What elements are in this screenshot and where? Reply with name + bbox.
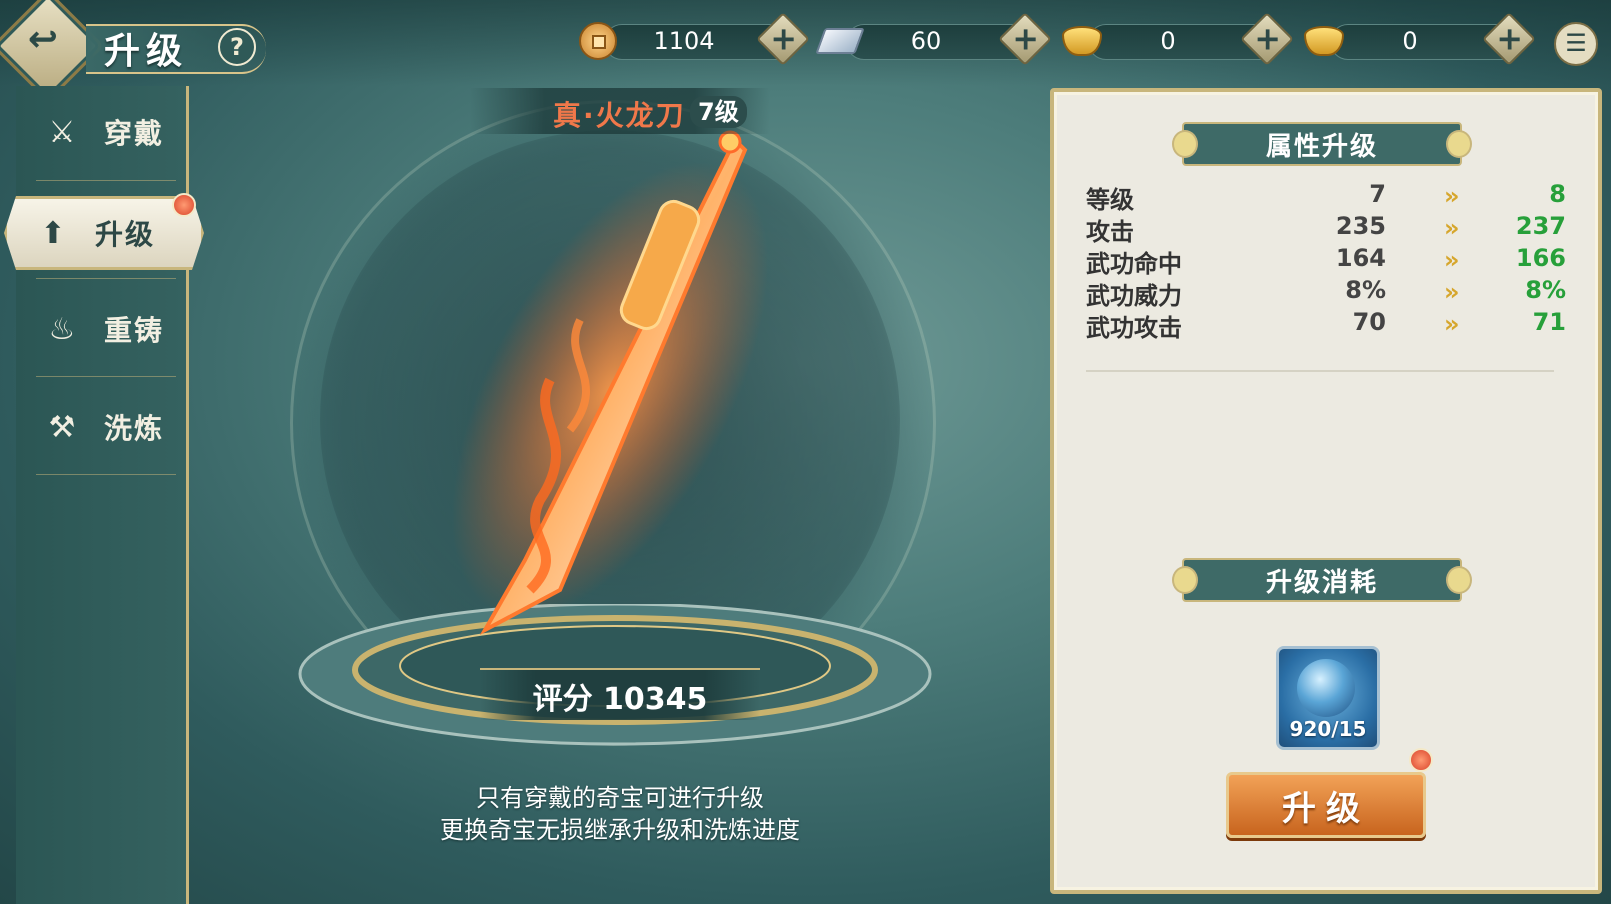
flame-icon: ♨ bbox=[48, 311, 76, 347]
ornament-icon bbox=[1446, 566, 1472, 594]
notification-dot bbox=[1409, 748, 1433, 772]
ornament-icon bbox=[1172, 566, 1198, 594]
sidebar-item-wear[interactable]: ⚔ 穿戴 bbox=[16, 97, 206, 167]
stat-name: 武功威力 bbox=[1086, 282, 1182, 310]
sidebar-item-label: 升级 bbox=[95, 218, 156, 251]
ornament-icon bbox=[1172, 130, 1198, 158]
stat-current: 235 bbox=[1335, 212, 1386, 240]
stat-current: 70 bbox=[1352, 308, 1386, 336]
stat-row-skill-power: 武功威力 8% » 8% bbox=[1086, 276, 1576, 310]
stat-name: 等级 bbox=[1086, 186, 1134, 214]
stat-current: 7 bbox=[1369, 180, 1386, 208]
stat-name: 武功攻击 bbox=[1086, 314, 1182, 342]
stat-name: 武功命中 bbox=[1086, 250, 1182, 278]
stat-row-skill-hit: 武功命中 164 » 166 bbox=[1086, 244, 1576, 278]
page-title: 升级 bbox=[104, 31, 189, 72]
divider bbox=[1086, 370, 1554, 372]
divider bbox=[36, 278, 176, 279]
plus-icon: + bbox=[1254, 19, 1282, 58]
stat-next: 71 bbox=[1532, 308, 1566, 336]
stat-next: 8% bbox=[1525, 276, 1566, 304]
header-label: 属性升级 bbox=[1265, 131, 1378, 162]
double-chevron-right-icon: » bbox=[1444, 246, 1460, 274]
upgrade-cost-header: 升级消耗 bbox=[1172, 558, 1472, 602]
attribute-upgrade-header: 属性升级 bbox=[1172, 122, 1472, 166]
attribute-panel: 属性升级 等级 7 » 8 攻击 235 » 237 武功命中 164 » 16… bbox=[1050, 88, 1602, 894]
currency-value: 0 bbox=[1160, 27, 1176, 55]
double-chevron-right-icon: » bbox=[1444, 278, 1460, 306]
double-chevron-right-icon: » bbox=[1444, 310, 1460, 338]
stat-current: 8% bbox=[1345, 276, 1386, 304]
upgrade-arrow-icon: ⬆ bbox=[40, 215, 66, 251]
weapon-name: 真·火龙刀 bbox=[553, 99, 686, 132]
material-count: 920/15 bbox=[1289, 717, 1367, 741]
stat-next: 8 bbox=[1549, 180, 1566, 208]
weapon-score: 评分 10345 bbox=[532, 682, 708, 717]
divider bbox=[36, 376, 176, 377]
currency-value: 0 bbox=[1402, 27, 1418, 55]
currency-value: 1104 bbox=[653, 27, 715, 55]
double-chevron-right-icon: » bbox=[1444, 182, 1460, 210]
double-chevron-right-icon: » bbox=[1444, 214, 1460, 242]
material-slot[interactable]: 920/15 bbox=[1276, 646, 1380, 750]
sidebar-item-refine[interactable]: ⚒ 洗炼 bbox=[16, 392, 206, 462]
weapon-level-badge: 7级 bbox=[690, 96, 747, 128]
sidebar-item-label: 穿戴 bbox=[104, 117, 165, 150]
stat-next: 237 bbox=[1515, 212, 1566, 240]
sidebar-item-recast[interactable]: ♨ 重铸 bbox=[16, 294, 206, 364]
fire-dragon-blade-image[interactable] bbox=[440, 120, 780, 650]
menu-list-icon[interactable]: ☰ bbox=[1554, 22, 1598, 66]
help-button[interactable]: ? bbox=[218, 28, 256, 66]
stat-row-level: 等级 7 » 8 bbox=[1086, 180, 1576, 214]
dragon-orb-icon bbox=[1297, 659, 1355, 717]
currency-value: 60 bbox=[910, 27, 942, 55]
notification-dot bbox=[172, 193, 196, 217]
divider bbox=[36, 474, 176, 475]
stat-name: 攻击 bbox=[1086, 218, 1134, 246]
upgrade-button[interactable]: 升级 bbox=[1226, 772, 1426, 838]
plus-icon: + bbox=[1012, 19, 1040, 58]
sidebar-item-label: 洗炼 bbox=[104, 412, 165, 445]
hint-line: 只有穿戴的奇宝可进行升级 bbox=[476, 784, 764, 812]
stat-row-attack: 攻击 235 » 237 bbox=[1086, 212, 1576, 246]
stat-row-skill-attack: 武功攻击 70 » 71 bbox=[1086, 308, 1576, 342]
divider bbox=[36, 180, 176, 181]
anvil-icon: ⚒ bbox=[48, 409, 76, 445]
stat-next: 166 bbox=[1515, 244, 1566, 272]
crossed-swords-icon: ⚔ bbox=[48, 114, 76, 150]
back-arrow-icon[interactable]: ↩ bbox=[19, 15, 67, 63]
sidebar-item-label: 重铸 bbox=[104, 314, 165, 347]
header-label: 升级消耗 bbox=[1265, 567, 1378, 598]
hint-line: 更换奇宝无损继承升级和洗炼进度 bbox=[440, 816, 800, 844]
stat-current: 164 bbox=[1335, 244, 1386, 272]
plus-icon: + bbox=[1496, 19, 1524, 58]
plus-icon: + bbox=[770, 19, 798, 58]
ornament-icon bbox=[1446, 130, 1472, 158]
